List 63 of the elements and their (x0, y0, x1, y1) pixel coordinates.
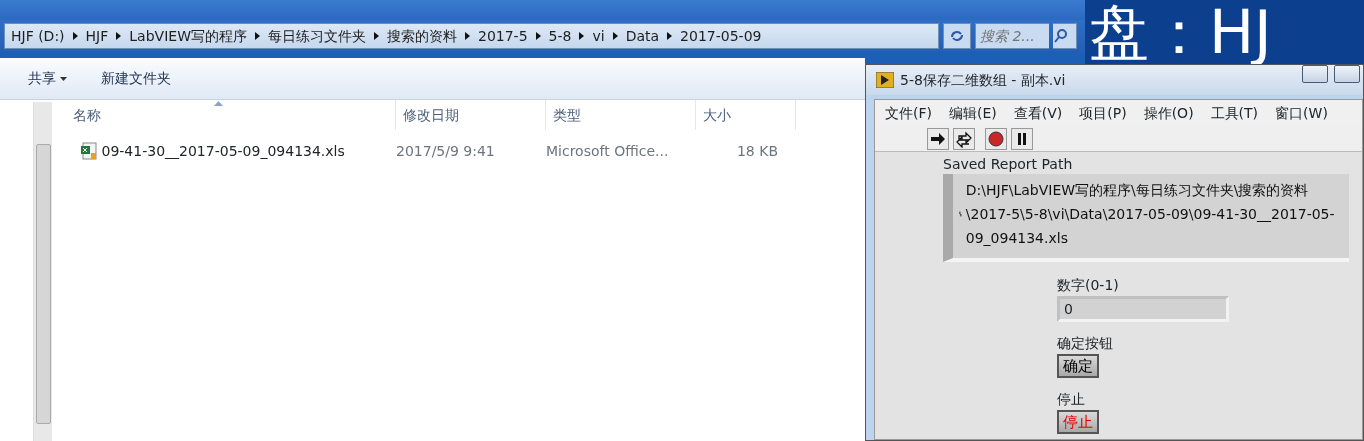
path-icon (959, 209, 962, 219)
maximize-button[interactable] (1333, 65, 1360, 83)
menu-item[interactable]: 项目(P) (1079, 102, 1127, 124)
toolbar-button[interactable] (927, 127, 949, 150)
chevron-icon (579, 32, 585, 40)
column-header[interactable]: 修改日期 (396, 100, 546, 130)
address-bar[interactable]: HJF (D:) HJF LabVIEW写的程序 每日练习文件夹 搜索的资料 2017-5 5-8 vi Data 2017-05-09 (4, 23, 939, 49)
run-continuously-icon (955, 129, 973, 148)
breadcrumb-item[interactable]: 搜索的资料 (387, 25, 457, 47)
chevron-icon (116, 32, 122, 40)
control-label: 确定按钮 (1057, 334, 1114, 353)
control-label: 数字(0-1) (1057, 276, 1120, 295)
breadcrumb-item[interactable]: Data (625, 25, 660, 47)
chevron-icon (374, 32, 379, 40)
control-label: 停止 (1057, 390, 1086, 409)
toolbar-button[interactable]: 新建文件夹 (100, 68, 171, 89)
refresh-icon (949, 28, 965, 44)
scrollbar[interactable] (33, 102, 52, 441)
breadcrumb-item[interactable]: vi (592, 25, 605, 47)
menu-item[interactable]: 查看(V) (1013, 102, 1063, 124)
menu-item[interactable]: 工具(T) (1210, 102, 1259, 124)
ok-button[interactable]: 确定 (1057, 354, 1099, 378)
column-header[interactable]: 大小 (696, 100, 796, 130)
file-modified: 2017/5/9 9:41 (396, 141, 496, 161)
toolbar-button[interactable] (953, 127, 975, 150)
spreadsheet-file-icon (80, 142, 98, 160)
chevron-icon (255, 32, 260, 40)
menu-item[interactable]: 窗口(W) (1275, 102, 1328, 124)
breadcrumb-item[interactable]: 5-8 (548, 25, 572, 47)
file-type: Microsoft Office... (546, 141, 670, 161)
file-name[interactable]: 09-41-30__2017-05-09_094134.xls (101, 140, 345, 162)
menu-item[interactable]: 操作(O) (1143, 102, 1194, 124)
refresh-button[interactable] (943, 23, 971, 49)
control-label: Saved Report Path (943, 155, 1074, 174)
chevron-icon (535, 32, 541, 40)
minimize-button[interactable] (1301, 65, 1328, 83)
chevron-icon (465, 32, 470, 40)
abort-stop-icon (987, 129, 1005, 148)
menu-item[interactable]: 编辑(E) (949, 102, 997, 124)
breadcrumb-item[interactable]: HJF (D:) (11, 25, 65, 47)
toolbar-button[interactable] (985, 127, 1007, 150)
window-title: 5-8保存二维数组 - 副本.vi (900, 70, 1067, 90)
breadcrumb-item[interactable]: 2017-05-09 (680, 25, 762, 47)
chevron-icon (612, 32, 618, 40)
column-header[interactable]: 类型 (546, 100, 696, 130)
caret-icon (59, 76, 67, 81)
path-text: D:\HJF\LabVIEW写的程序\每日练习文件夹\搜索的资料\2017-5\5-8\vi\Data\2017-05-09\09-41-30__2017-05-09_094134.xls (965, 181, 1336, 248)
search-field[interactable]: 搜索 2... (975, 23, 1049, 49)
breadcrumb-item[interactable]: 每日练习文件夹 (268, 25, 366, 47)
toolbar-button[interactable] (1011, 127, 1033, 150)
chevron-icon (72, 32, 78, 40)
breadcrumb-item[interactable]: HJF (85, 25, 109, 47)
column-header[interactable]: 名称 (66, 100, 396, 130)
breadcrumb-item[interactable]: LabVIEW写的程序 (129, 25, 247, 47)
toolbar-button[interactable]: 共享 (28, 68, 67, 89)
app-icon (876, 72, 894, 88)
search-icon (1053, 28, 1069, 44)
menu-item[interactable]: 文件(F) (885, 102, 932, 124)
chevron-icon (667, 32, 673, 40)
numeric-field[interactable]: 0 (1057, 296, 1229, 322)
file-size: 18 KB (735, 141, 778, 161)
search-button[interactable] (1053, 23, 1077, 49)
breadcrumb-item[interactable]: 2017-5 (478, 25, 528, 47)
